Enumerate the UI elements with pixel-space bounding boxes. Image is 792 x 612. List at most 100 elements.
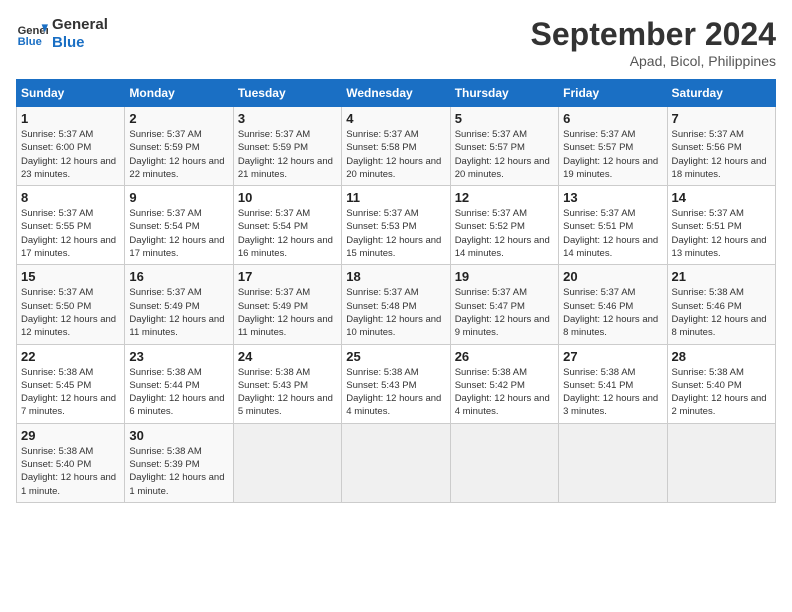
day-info: Sunrise: 5:37 AM Sunset: 5:49 PM Dayligh… xyxy=(129,286,228,339)
day-info: Sunrise: 5:37 AM Sunset: 5:54 PM Dayligh… xyxy=(238,207,337,260)
calendar-cell: 24 Sunrise: 5:38 AM Sunset: 5:43 PM Dayl… xyxy=(233,344,341,423)
calendar-cell: 8 Sunrise: 5:37 AM Sunset: 5:55 PM Dayli… xyxy=(17,186,125,265)
day-info: Sunrise: 5:37 AM Sunset: 5:57 PM Dayligh… xyxy=(563,128,662,181)
day-number: 8 xyxy=(21,190,120,205)
day-info: Sunrise: 5:37 AM Sunset: 5:47 PM Dayligh… xyxy=(455,286,554,339)
calendar-cell: 10 Sunrise: 5:37 AM Sunset: 5:54 PM Dayl… xyxy=(233,186,341,265)
day-number: 15 xyxy=(21,269,120,284)
day-info: Sunrise: 5:38 AM Sunset: 5:43 PM Dayligh… xyxy=(346,366,445,419)
day-info: Sunrise: 5:37 AM Sunset: 5:57 PM Dayligh… xyxy=(455,128,554,181)
calendar-cell: 9 Sunrise: 5:37 AM Sunset: 5:54 PM Dayli… xyxy=(125,186,233,265)
day-number: 28 xyxy=(672,349,771,364)
header-tuesday: Tuesday xyxy=(233,80,341,107)
calendar-cell: 19 Sunrise: 5:37 AM Sunset: 5:47 PM Dayl… xyxy=(450,265,558,344)
calendar-cell: 22 Sunrise: 5:38 AM Sunset: 5:45 PM Dayl… xyxy=(17,344,125,423)
day-info: Sunrise: 5:37 AM Sunset: 5:59 PM Dayligh… xyxy=(129,128,228,181)
day-info: Sunrise: 5:37 AM Sunset: 5:46 PM Dayligh… xyxy=(563,286,662,339)
day-number: 9 xyxy=(129,190,228,205)
day-info: Sunrise: 5:37 AM Sunset: 5:52 PM Dayligh… xyxy=(455,207,554,260)
calendar-cell: 27 Sunrise: 5:38 AM Sunset: 5:41 PM Dayl… xyxy=(559,344,667,423)
title-block: September 2024 Apad, Bicol, Philippines xyxy=(531,16,776,69)
calendar-cell: 11 Sunrise: 5:37 AM Sunset: 5:53 PM Dayl… xyxy=(342,186,450,265)
day-info: Sunrise: 5:38 AM Sunset: 5:40 PM Dayligh… xyxy=(672,366,771,419)
day-number: 30 xyxy=(129,428,228,443)
day-info: Sunrise: 5:37 AM Sunset: 5:59 PM Dayligh… xyxy=(238,128,337,181)
calendar-cell xyxy=(233,423,341,502)
calendar-week-3: 15 Sunrise: 5:37 AM Sunset: 5:50 PM Dayl… xyxy=(17,265,776,344)
header-monday: Monday xyxy=(125,80,233,107)
logo-icon: General Blue xyxy=(16,18,48,50)
calendar-cell: 18 Sunrise: 5:37 AM Sunset: 5:48 PM Dayl… xyxy=(342,265,450,344)
day-number: 29 xyxy=(21,428,120,443)
day-info: Sunrise: 5:38 AM Sunset: 5:44 PM Dayligh… xyxy=(129,366,228,419)
calendar-cell: 23 Sunrise: 5:38 AM Sunset: 5:44 PM Dayl… xyxy=(125,344,233,423)
day-number: 13 xyxy=(563,190,662,205)
header-wednesday: Wednesday xyxy=(342,80,450,107)
calendar-cell: 15 Sunrise: 5:37 AM Sunset: 5:50 PM Dayl… xyxy=(17,265,125,344)
day-info: Sunrise: 5:37 AM Sunset: 5:56 PM Dayligh… xyxy=(672,128,771,181)
day-number: 10 xyxy=(238,190,337,205)
day-info: Sunrise: 5:38 AM Sunset: 5:40 PM Dayligh… xyxy=(21,445,120,498)
day-number: 24 xyxy=(238,349,337,364)
calendar-cell: 30 Sunrise: 5:38 AM Sunset: 5:39 PM Dayl… xyxy=(125,423,233,502)
header-saturday: Saturday xyxy=(667,80,775,107)
calendar-cell: 16 Sunrise: 5:37 AM Sunset: 5:49 PM Dayl… xyxy=(125,265,233,344)
day-number: 17 xyxy=(238,269,337,284)
calendar-cell: 21 Sunrise: 5:38 AM Sunset: 5:46 PM Dayl… xyxy=(667,265,775,344)
logo: General Blue General Blue xyxy=(16,16,108,52)
day-info: Sunrise: 5:37 AM Sunset: 6:00 PM Dayligh… xyxy=(21,128,120,181)
calendar-cell: 13 Sunrise: 5:37 AM Sunset: 5:51 PM Dayl… xyxy=(559,186,667,265)
day-info: Sunrise: 5:37 AM Sunset: 5:50 PM Dayligh… xyxy=(21,286,120,339)
day-number: 27 xyxy=(563,349,662,364)
day-info: Sunrise: 5:37 AM Sunset: 5:58 PM Dayligh… xyxy=(346,128,445,181)
calendar-cell: 14 Sunrise: 5:37 AM Sunset: 5:51 PM Dayl… xyxy=(667,186,775,265)
calendar-cell: 12 Sunrise: 5:37 AM Sunset: 5:52 PM Dayl… xyxy=(450,186,558,265)
day-info: Sunrise: 5:38 AM Sunset: 5:46 PM Dayligh… xyxy=(672,286,771,339)
day-number: 1 xyxy=(21,111,120,126)
calendar-cell: 3 Sunrise: 5:37 AM Sunset: 5:59 PM Dayli… xyxy=(233,107,341,186)
calendar-week-2: 8 Sunrise: 5:37 AM Sunset: 5:55 PM Dayli… xyxy=(17,186,776,265)
day-info: Sunrise: 5:37 AM Sunset: 5:49 PM Dayligh… xyxy=(238,286,337,339)
header-thursday: Thursday xyxy=(450,80,558,107)
day-number: 26 xyxy=(455,349,554,364)
header-sunday: Sunday xyxy=(17,80,125,107)
calendar-cell: 6 Sunrise: 5:37 AM Sunset: 5:57 PM Dayli… xyxy=(559,107,667,186)
calendar-cell xyxy=(559,423,667,502)
calendar-cell: 17 Sunrise: 5:37 AM Sunset: 5:49 PM Dayl… xyxy=(233,265,341,344)
day-number: 6 xyxy=(563,111,662,126)
day-info: Sunrise: 5:37 AM Sunset: 5:54 PM Dayligh… xyxy=(129,207,228,260)
day-number: 19 xyxy=(455,269,554,284)
calendar-cell: 4 Sunrise: 5:37 AM Sunset: 5:58 PM Dayli… xyxy=(342,107,450,186)
day-info: Sunrise: 5:37 AM Sunset: 5:51 PM Dayligh… xyxy=(672,207,771,260)
day-info: Sunrise: 5:37 AM Sunset: 5:53 PM Dayligh… xyxy=(346,207,445,260)
calendar-cell: 5 Sunrise: 5:37 AM Sunset: 5:57 PM Dayli… xyxy=(450,107,558,186)
calendar-cell xyxy=(450,423,558,502)
day-number: 7 xyxy=(672,111,771,126)
day-info: Sunrise: 5:38 AM Sunset: 5:45 PM Dayligh… xyxy=(21,366,120,419)
calendar-cell: 7 Sunrise: 5:37 AM Sunset: 5:56 PM Dayli… xyxy=(667,107,775,186)
calendar-cell xyxy=(342,423,450,502)
day-number: 5 xyxy=(455,111,554,126)
month-title: September 2024 xyxy=(531,16,776,53)
calendar-table: Sunday Monday Tuesday Wednesday Thursday… xyxy=(16,79,776,503)
day-number: 22 xyxy=(21,349,120,364)
calendar-week-5: 29 Sunrise: 5:38 AM Sunset: 5:40 PM Dayl… xyxy=(17,423,776,502)
day-number: 16 xyxy=(129,269,228,284)
day-info: Sunrise: 5:37 AM Sunset: 5:55 PM Dayligh… xyxy=(21,207,120,260)
calendar-cell: 26 Sunrise: 5:38 AM Sunset: 5:42 PM Dayl… xyxy=(450,344,558,423)
day-number: 12 xyxy=(455,190,554,205)
day-info: Sunrise: 5:38 AM Sunset: 5:39 PM Dayligh… xyxy=(129,445,228,498)
day-number: 21 xyxy=(672,269,771,284)
logo-line1: General xyxy=(52,16,108,34)
header-friday: Friday xyxy=(559,80,667,107)
calendar-cell: 28 Sunrise: 5:38 AM Sunset: 5:40 PM Dayl… xyxy=(667,344,775,423)
logo-line2: Blue xyxy=(52,34,108,52)
calendar-cell: 2 Sunrise: 5:37 AM Sunset: 5:59 PM Dayli… xyxy=(125,107,233,186)
day-number: 14 xyxy=(672,190,771,205)
day-info: Sunrise: 5:37 AM Sunset: 5:48 PM Dayligh… xyxy=(346,286,445,339)
calendar-cell xyxy=(667,423,775,502)
calendar-week-4: 22 Sunrise: 5:38 AM Sunset: 5:45 PM Dayl… xyxy=(17,344,776,423)
day-number: 25 xyxy=(346,349,445,364)
calendar-cell: 1 Sunrise: 5:37 AM Sunset: 6:00 PM Dayli… xyxy=(17,107,125,186)
day-number: 18 xyxy=(346,269,445,284)
